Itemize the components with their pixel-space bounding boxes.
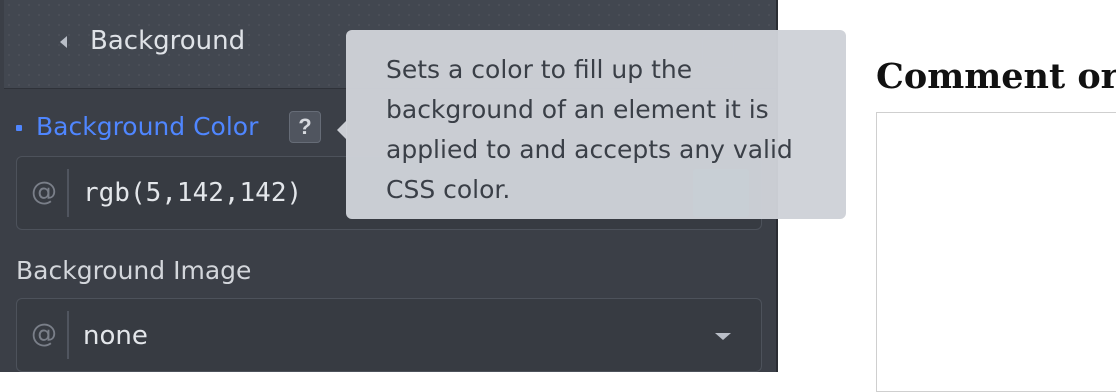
variable-at-icon[interactable]: @ bbox=[31, 177, 57, 207]
comment-textarea[interactable] bbox=[876, 112, 1116, 392]
field-divider bbox=[67, 311, 69, 359]
chevron-down-icon[interactable] bbox=[715, 333, 731, 340]
background-image-label: Background Image bbox=[16, 256, 252, 285]
field-divider bbox=[67, 169, 69, 217]
help-button[interactable]: ? bbox=[289, 111, 321, 143]
tooltip-text: Sets a color to fill up the background o… bbox=[386, 55, 793, 204]
variable-at-icon[interactable]: @ bbox=[31, 319, 57, 349]
help-tooltip: Sets a color to fill up the background o… bbox=[346, 30, 846, 219]
background-image-field[interactable]: @ none bbox=[16, 298, 762, 372]
background-color-input[interactable]: rgb(5,142,142) bbox=[83, 178, 302, 208]
background-image-select[interactable]: none bbox=[83, 321, 148, 351]
back-arrow-icon[interactable] bbox=[60, 36, 67, 48]
background-color-label: Background Color bbox=[36, 112, 259, 141]
page-heading: Comment or bbox=[876, 56, 1116, 97]
modified-indicator-dot bbox=[16, 125, 22, 131]
panel-title: Background bbox=[90, 26, 246, 56]
